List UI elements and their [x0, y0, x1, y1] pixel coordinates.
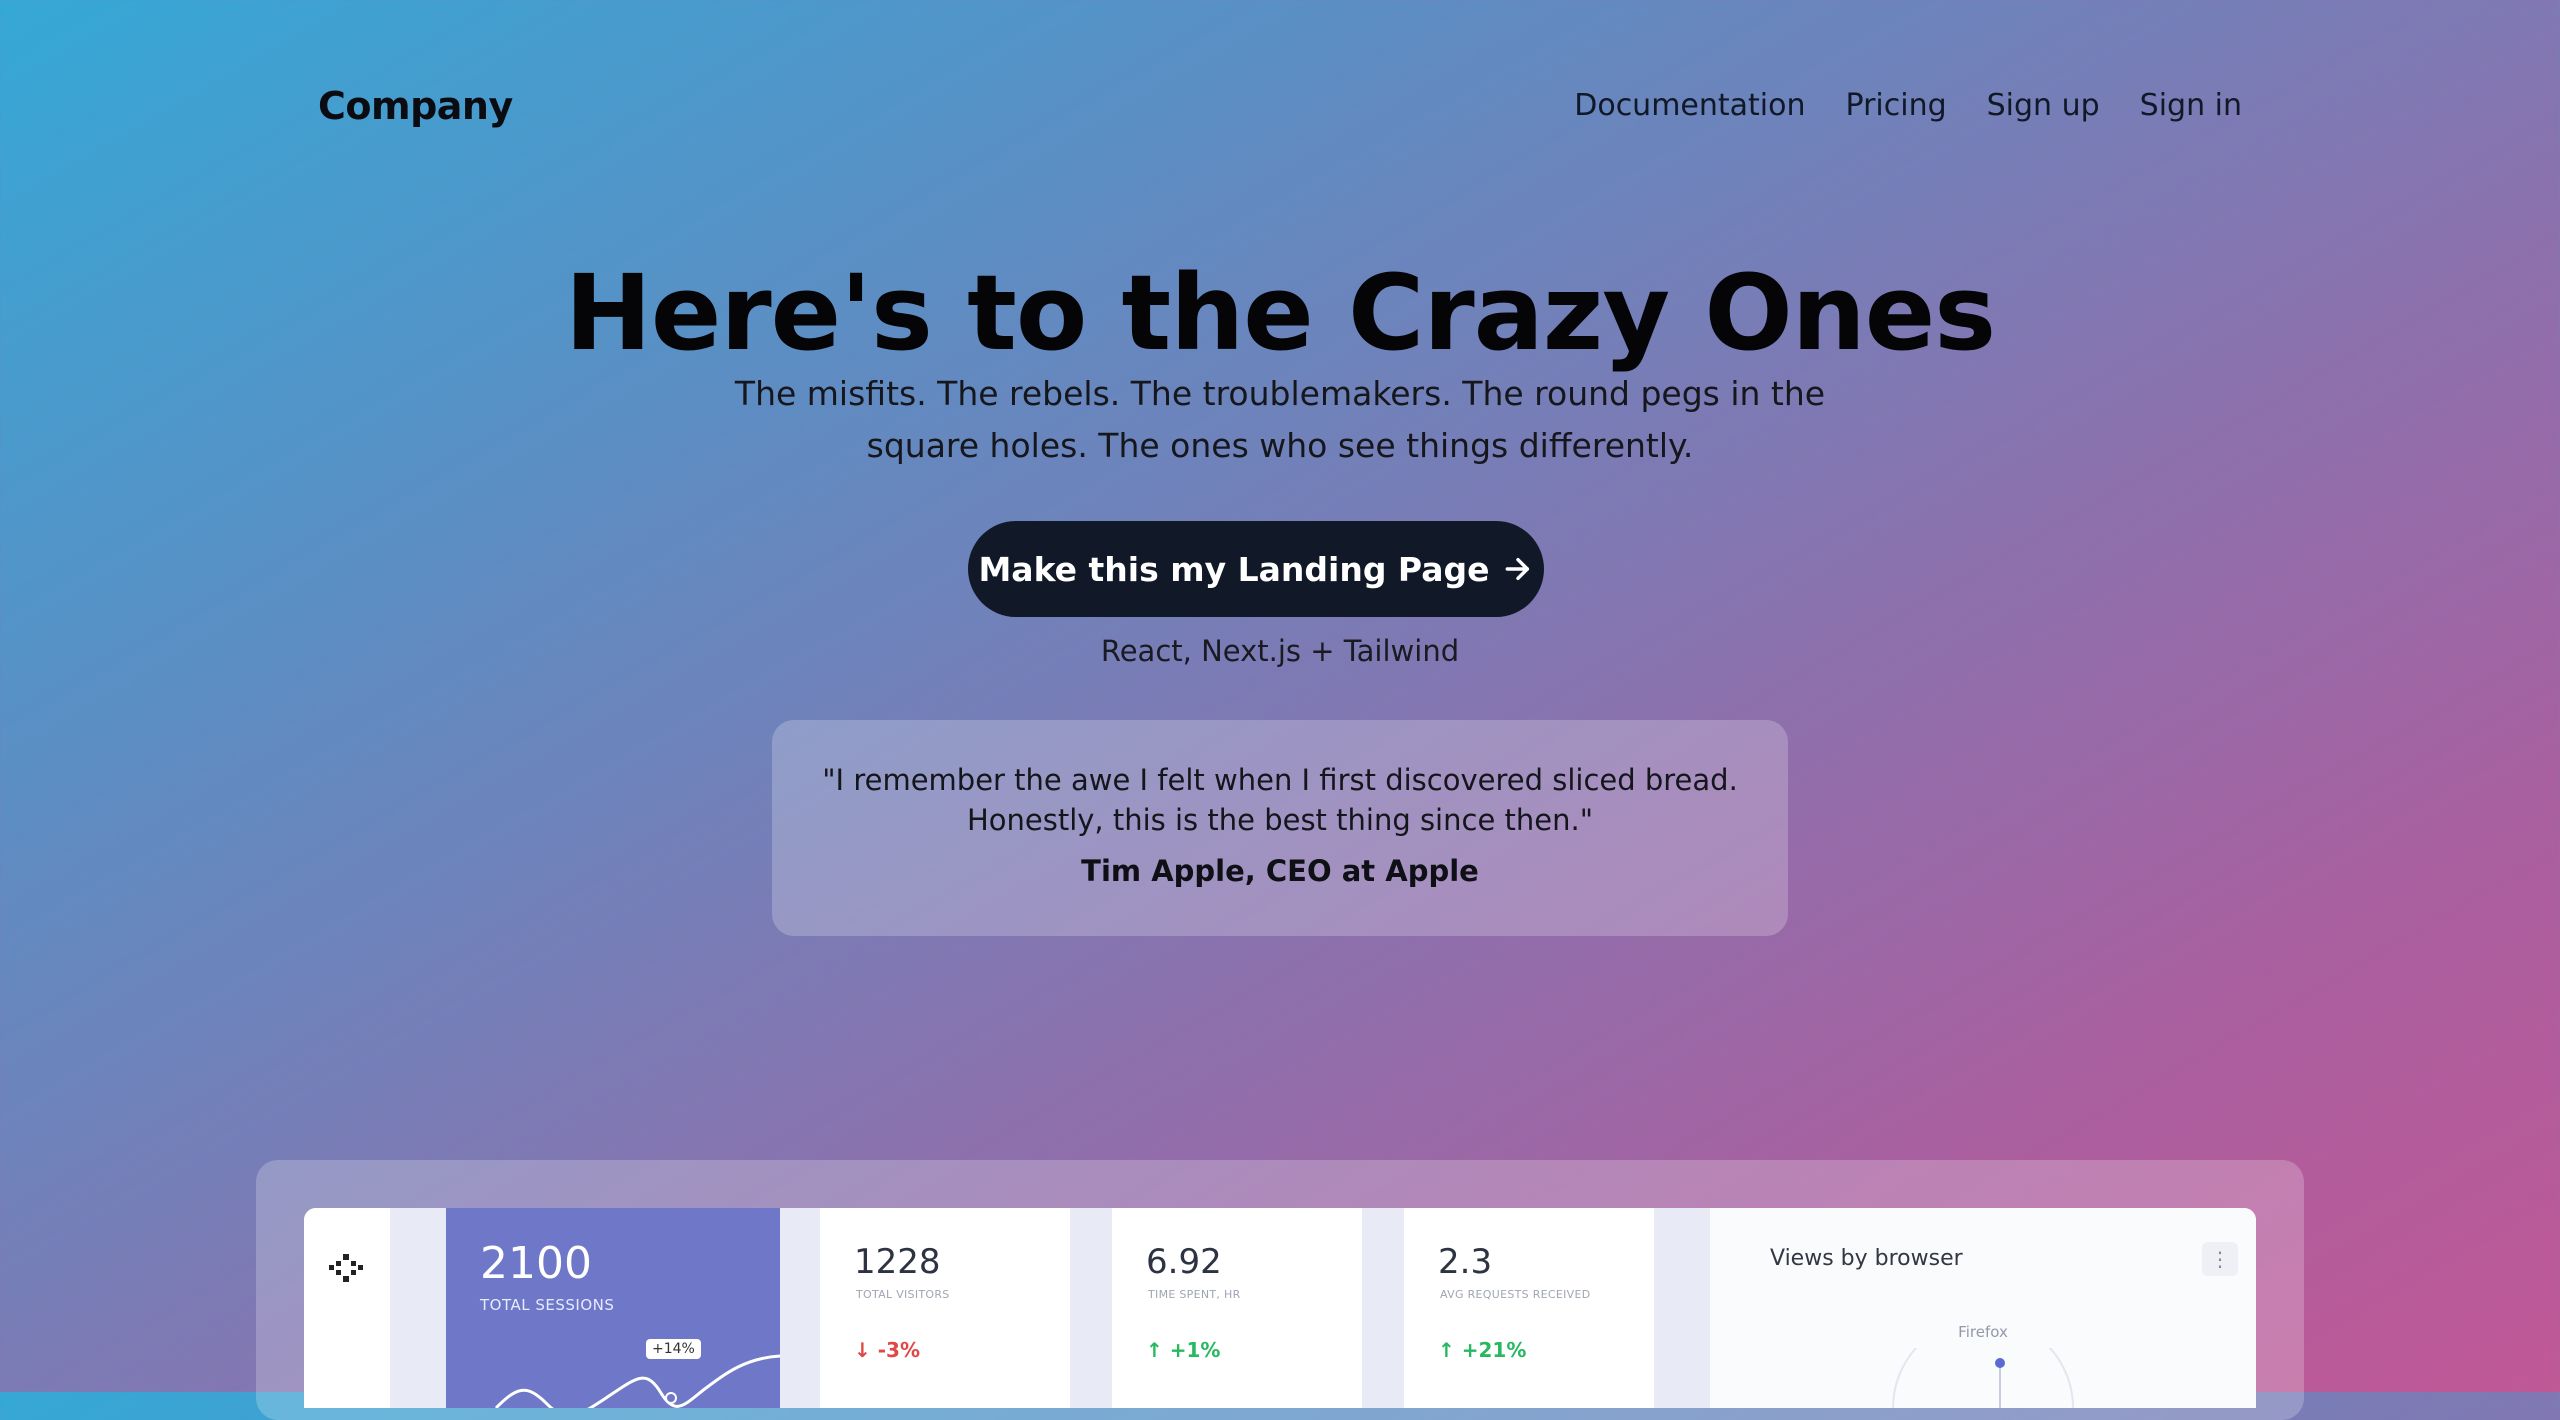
views-by-browser-title: Views by browser	[1770, 1246, 1963, 1271]
testimonial-quote: "I remember the awe I felt when I first …	[822, 763, 1738, 837]
sessions-card[interactable]: 2100 TOTAL SESSIONS +14%	[446, 1208, 780, 1408]
hero-subtitle: The misfits. The rebels. The troublemake…	[734, 374, 1826, 465]
sessions-value: 2100	[480, 1238, 592, 1289]
dashboard-preview: 2100 TOTAL SESSIONS +14% 1228 TOTAL VISI…	[304, 1208, 2256, 1408]
time-spent-value: 6.92	[1146, 1242, 1222, 1282]
dashboard-sidebar	[304, 1208, 390, 1408]
browser-label-firefox: Firefox	[1958, 1323, 2008, 1341]
requests-card[interactable]: 2.3 AVG REQUESTS RECEIVED ↑ +21%	[1404, 1208, 1654, 1408]
nav-sign-in[interactable]: Sign in	[2140, 88, 2242, 123]
sessions-label: TOTAL SESSIONS	[480, 1296, 615, 1314]
requests-change-value: +21%	[1461, 1338, 1527, 1362]
visitors-label: TOTAL VISITORS	[856, 1288, 950, 1301]
testimonial-card: "I remember the awe I felt when I first …	[772, 720, 1788, 936]
cta-button[interactable]: Make this my Landing Page	[968, 521, 1544, 617]
requests-label: AVG REQUESTS RECEIVED	[1440, 1288, 1591, 1301]
top-nav: Documentation Pricing Sign up Sign in	[1574, 88, 2242, 123]
testimonial-author: Tim Apple, CEO at Apple	[1081, 854, 1479, 888]
time-spent-change-value: +1%	[1169, 1338, 1221, 1362]
time-spent-card[interactable]: 6.92 TIME SPENT, HR ↑ +1%	[1112, 1208, 1362, 1408]
hero-title: Here's to the Crazy Ones	[564, 252, 1996, 374]
cta-label: Make this my Landing Page	[978, 549, 1490, 589]
arrow-up-icon: ↑	[1146, 1338, 1163, 1362]
arrow-up-icon: ↑	[1438, 1338, 1455, 1362]
requests-value: 2.3	[1438, 1242, 1493, 1282]
sessions-sparkline	[494, 1354, 780, 1408]
nav-sign-up[interactable]: Sign up	[1987, 88, 2100, 123]
dashboard-logo-icon	[329, 1254, 363, 1282]
views-by-browser-card: Views by browser ⋮ Firefox	[1710, 1208, 2256, 1408]
visitors-change-value: -3%	[877, 1338, 920, 1362]
time-spent-label: TIME SPENT, HR	[1148, 1288, 1241, 1301]
time-spent-change: ↑ +1%	[1146, 1338, 1220, 1362]
tech-stack-note: React, Next.js + Tailwind	[1100, 634, 1460, 668]
nav-pricing[interactable]: Pricing	[1846, 88, 1947, 123]
arrow-right-icon	[1505, 557, 1529, 581]
visitors-change: ↓ -3%	[854, 1338, 920, 1362]
nav-documentation[interactable]: Documentation	[1574, 88, 1805, 123]
sessions-change-badge: +14%	[646, 1339, 701, 1359]
visitors-card[interactable]: 1228 TOTAL VISITORS ↓ -3%	[820, 1208, 1070, 1408]
requests-change: ↑ +21%	[1438, 1338, 1526, 1362]
visitors-value: 1228	[854, 1242, 941, 1282]
site-header: Company Documentation Pricing Sign up Si…	[318, 78, 2242, 138]
browser-radial-chart	[1892, 1348, 2074, 1408]
company-logo[interactable]: Company	[318, 84, 513, 128]
arrow-down-icon: ↓	[854, 1338, 871, 1362]
more-vertical-icon[interactable]: ⋮	[2202, 1242, 2238, 1276]
